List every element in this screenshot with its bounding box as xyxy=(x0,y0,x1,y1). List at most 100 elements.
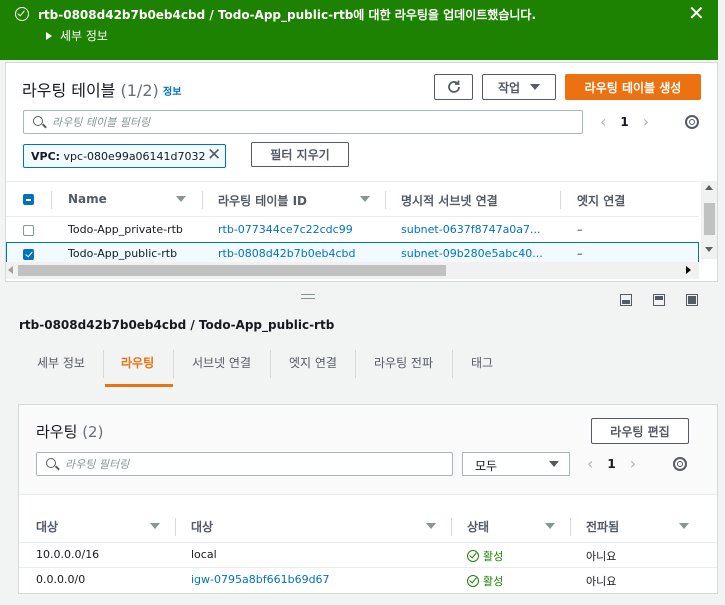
column-destination[interactable]: 대상 xyxy=(36,518,58,535)
banner-details-label: 세부 정보 xyxy=(60,29,108,43)
gear-icon[interactable] xyxy=(673,457,687,471)
select-all-checkbox[interactable] xyxy=(23,194,34,205)
route-target: local xyxy=(191,548,217,561)
column-divider xyxy=(451,518,452,536)
route-table-search-input[interactable] xyxy=(52,113,527,131)
active-tab-indicator xyxy=(105,384,173,387)
chevron-left-icon[interactable]: ‹ xyxy=(600,112,606,131)
layout-bottom-icon[interactable] xyxy=(620,294,632,306)
routes-title-text: 라우팅 xyxy=(36,423,78,441)
scroll-up-icon[interactable] xyxy=(705,185,713,190)
title-text: 라우팅 테이블 xyxy=(22,81,116,100)
search-icon xyxy=(46,458,56,468)
tab-divider xyxy=(355,350,356,378)
sort-icon[interactable] xyxy=(150,523,160,529)
title-count: (1/2) xyxy=(120,81,159,100)
route-tables-panel: 라우팅 테이블 (1/2) 정보 작업 라우팅 테이블 생성 ‹ 1 › VPC… xyxy=(5,62,718,282)
row-checkbox[interactable] xyxy=(23,225,34,236)
check-circle-icon xyxy=(467,575,479,587)
chevron-right-icon[interactable]: › xyxy=(630,454,636,473)
pagination: ‹ 1 › xyxy=(600,112,649,131)
column-name[interactable]: Name xyxy=(68,192,107,206)
tab-routes[interactable]: 라우팅 xyxy=(121,354,154,371)
sort-icon[interactable] xyxy=(176,196,186,202)
sort-icon[interactable] xyxy=(545,523,555,529)
chevron-right-icon[interactable]: › xyxy=(643,112,649,131)
row-checkbox[interactable] xyxy=(23,249,34,260)
routes-search-input[interactable] xyxy=(65,455,418,473)
route-target-link[interactable]: igw-0795a8bf661b69d67 xyxy=(191,573,330,586)
tab-edge-associations[interactable]: 엣지 연결 xyxy=(289,354,337,371)
row-id-link[interactable]: rtb-077344ce7c22cdc99 xyxy=(218,223,353,236)
column-status[interactable]: 상태 xyxy=(467,518,489,535)
refresh-button[interactable] xyxy=(434,74,473,100)
edit-routes-button[interactable]: 라우팅 편집 xyxy=(591,418,689,444)
column-edge[interactable]: 엣지 연결 xyxy=(577,192,625,209)
scroll-left-icon[interactable] xyxy=(8,266,13,274)
routes-table-header: 대상 대상 상태 전파됨 xyxy=(19,509,717,543)
chevron-left-icon[interactable]: ‹ xyxy=(587,454,593,473)
page-number[interactable]: 1 xyxy=(607,457,615,471)
success-banner: rtb-0808d42b7b0eb4cbd / Todo-App_public-… xyxy=(0,0,718,60)
tab-details[interactable]: 세부 정보 xyxy=(37,354,85,371)
gear-icon[interactable] xyxy=(685,115,699,129)
search-icon xyxy=(33,116,43,126)
layout-split-icon[interactable] xyxy=(653,294,665,306)
column-explicit-subnet[interactable]: 명시적 서브넷 연결 xyxy=(401,192,498,209)
vertical-scrollbar[interactable] xyxy=(701,181,717,259)
filter-value: vpc-080e99a06141d7032 xyxy=(63,150,206,163)
route-row: 10.0.0.0/16 local 활성 아니요 xyxy=(19,543,717,568)
table-header: Name 라우팅 테이블 ID 명시적 서브넷 연결 엣지 연결 xyxy=(6,181,699,217)
route-destination: 10.0.0.0/16 xyxy=(36,548,100,561)
tab-route-propagation[interactable]: 라우팅 전파 xyxy=(374,354,433,371)
column-propagated[interactable]: 전파됨 xyxy=(586,518,619,535)
row-subnet-link[interactable]: subnet-09b280e5abc40... xyxy=(401,247,543,260)
sort-icon[interactable] xyxy=(426,523,436,529)
caret-right-icon xyxy=(46,32,52,40)
scroll-down-icon[interactable] xyxy=(705,247,713,252)
tab-subnet-associations[interactable]: 서브넷 연결 xyxy=(192,354,251,371)
route-table-search[interactable] xyxy=(23,110,583,134)
clear-filters-button[interactable]: 필터 지우기 xyxy=(251,142,349,167)
horizontal-scrollbar[interactable] xyxy=(6,262,699,279)
column-target[interactable]: 대상 xyxy=(191,518,213,535)
vpc-filter-token: VPC: vpc-080e99a06141d7032 ✕ xyxy=(23,144,226,168)
route-status: 활성 xyxy=(467,548,503,564)
close-icon[interactable]: ✕ xyxy=(688,3,705,23)
banner-details-toggle[interactable]: 세부 정보 xyxy=(46,27,108,44)
page-title: 라우팅 테이블 (1/2) xyxy=(22,77,159,101)
row-subnet-link[interactable]: subnet-0637f8747a0a7... xyxy=(401,223,541,236)
layout-full-icon[interactable] xyxy=(686,294,698,306)
routes-count: (2) xyxy=(82,423,104,441)
detail-title: rtb-0808d42b7b0eb4cbd / Todo-App_public-… xyxy=(19,318,335,332)
routes-search[interactable] xyxy=(36,452,453,476)
tab-tags[interactable]: 태그 xyxy=(471,354,493,371)
scrollbar-thumb[interactable] xyxy=(18,265,446,276)
routes-title: 라우팅 (2) xyxy=(36,421,103,442)
scroll-right-icon[interactable] xyxy=(686,266,691,274)
column-divider xyxy=(560,191,561,209)
row-name: Todo-App_public-rtb xyxy=(68,247,178,260)
scrollbar-thumb[interactable] xyxy=(704,203,715,235)
column-divider xyxy=(570,518,571,536)
actions-dropdown[interactable]: 작업 xyxy=(482,74,556,100)
route-row: 0.0.0.0/0 igw-0795a8bf661b69d67 활성 아니요 xyxy=(19,568,717,593)
routes-panel: 라우팅 (2) 라우팅 편집 모두 ‹ 1 › 대상 대상 상태 전파됨 10.… xyxy=(18,404,718,594)
column-divider xyxy=(175,518,176,536)
table-row[interactable]: Todo-App_private-rtb rtb-077344ce7c22cdc… xyxy=(6,218,699,243)
sort-icon[interactable] xyxy=(360,196,370,202)
sort-icon[interactable] xyxy=(679,523,689,529)
column-divider xyxy=(385,191,386,209)
route-status: 활성 xyxy=(467,573,503,589)
create-route-table-button[interactable]: 라우팅 테이블 생성 xyxy=(565,74,701,100)
route-status-text: 활성 xyxy=(483,550,504,563)
page-number[interactable]: 1 xyxy=(620,115,628,129)
refresh-icon xyxy=(447,80,460,93)
info-link[interactable]: 정보 xyxy=(163,83,181,98)
resize-handle[interactable] xyxy=(301,294,315,299)
row-id-link[interactable]: rtb-0808d42b7b0eb4cbd xyxy=(218,247,355,260)
success-icon xyxy=(15,7,29,21)
close-icon[interactable]: ✕ xyxy=(207,145,221,165)
routes-filter-select[interactable]: 모두 xyxy=(462,452,570,476)
column-route-table-id[interactable]: 라우팅 테이블 ID xyxy=(218,192,307,209)
